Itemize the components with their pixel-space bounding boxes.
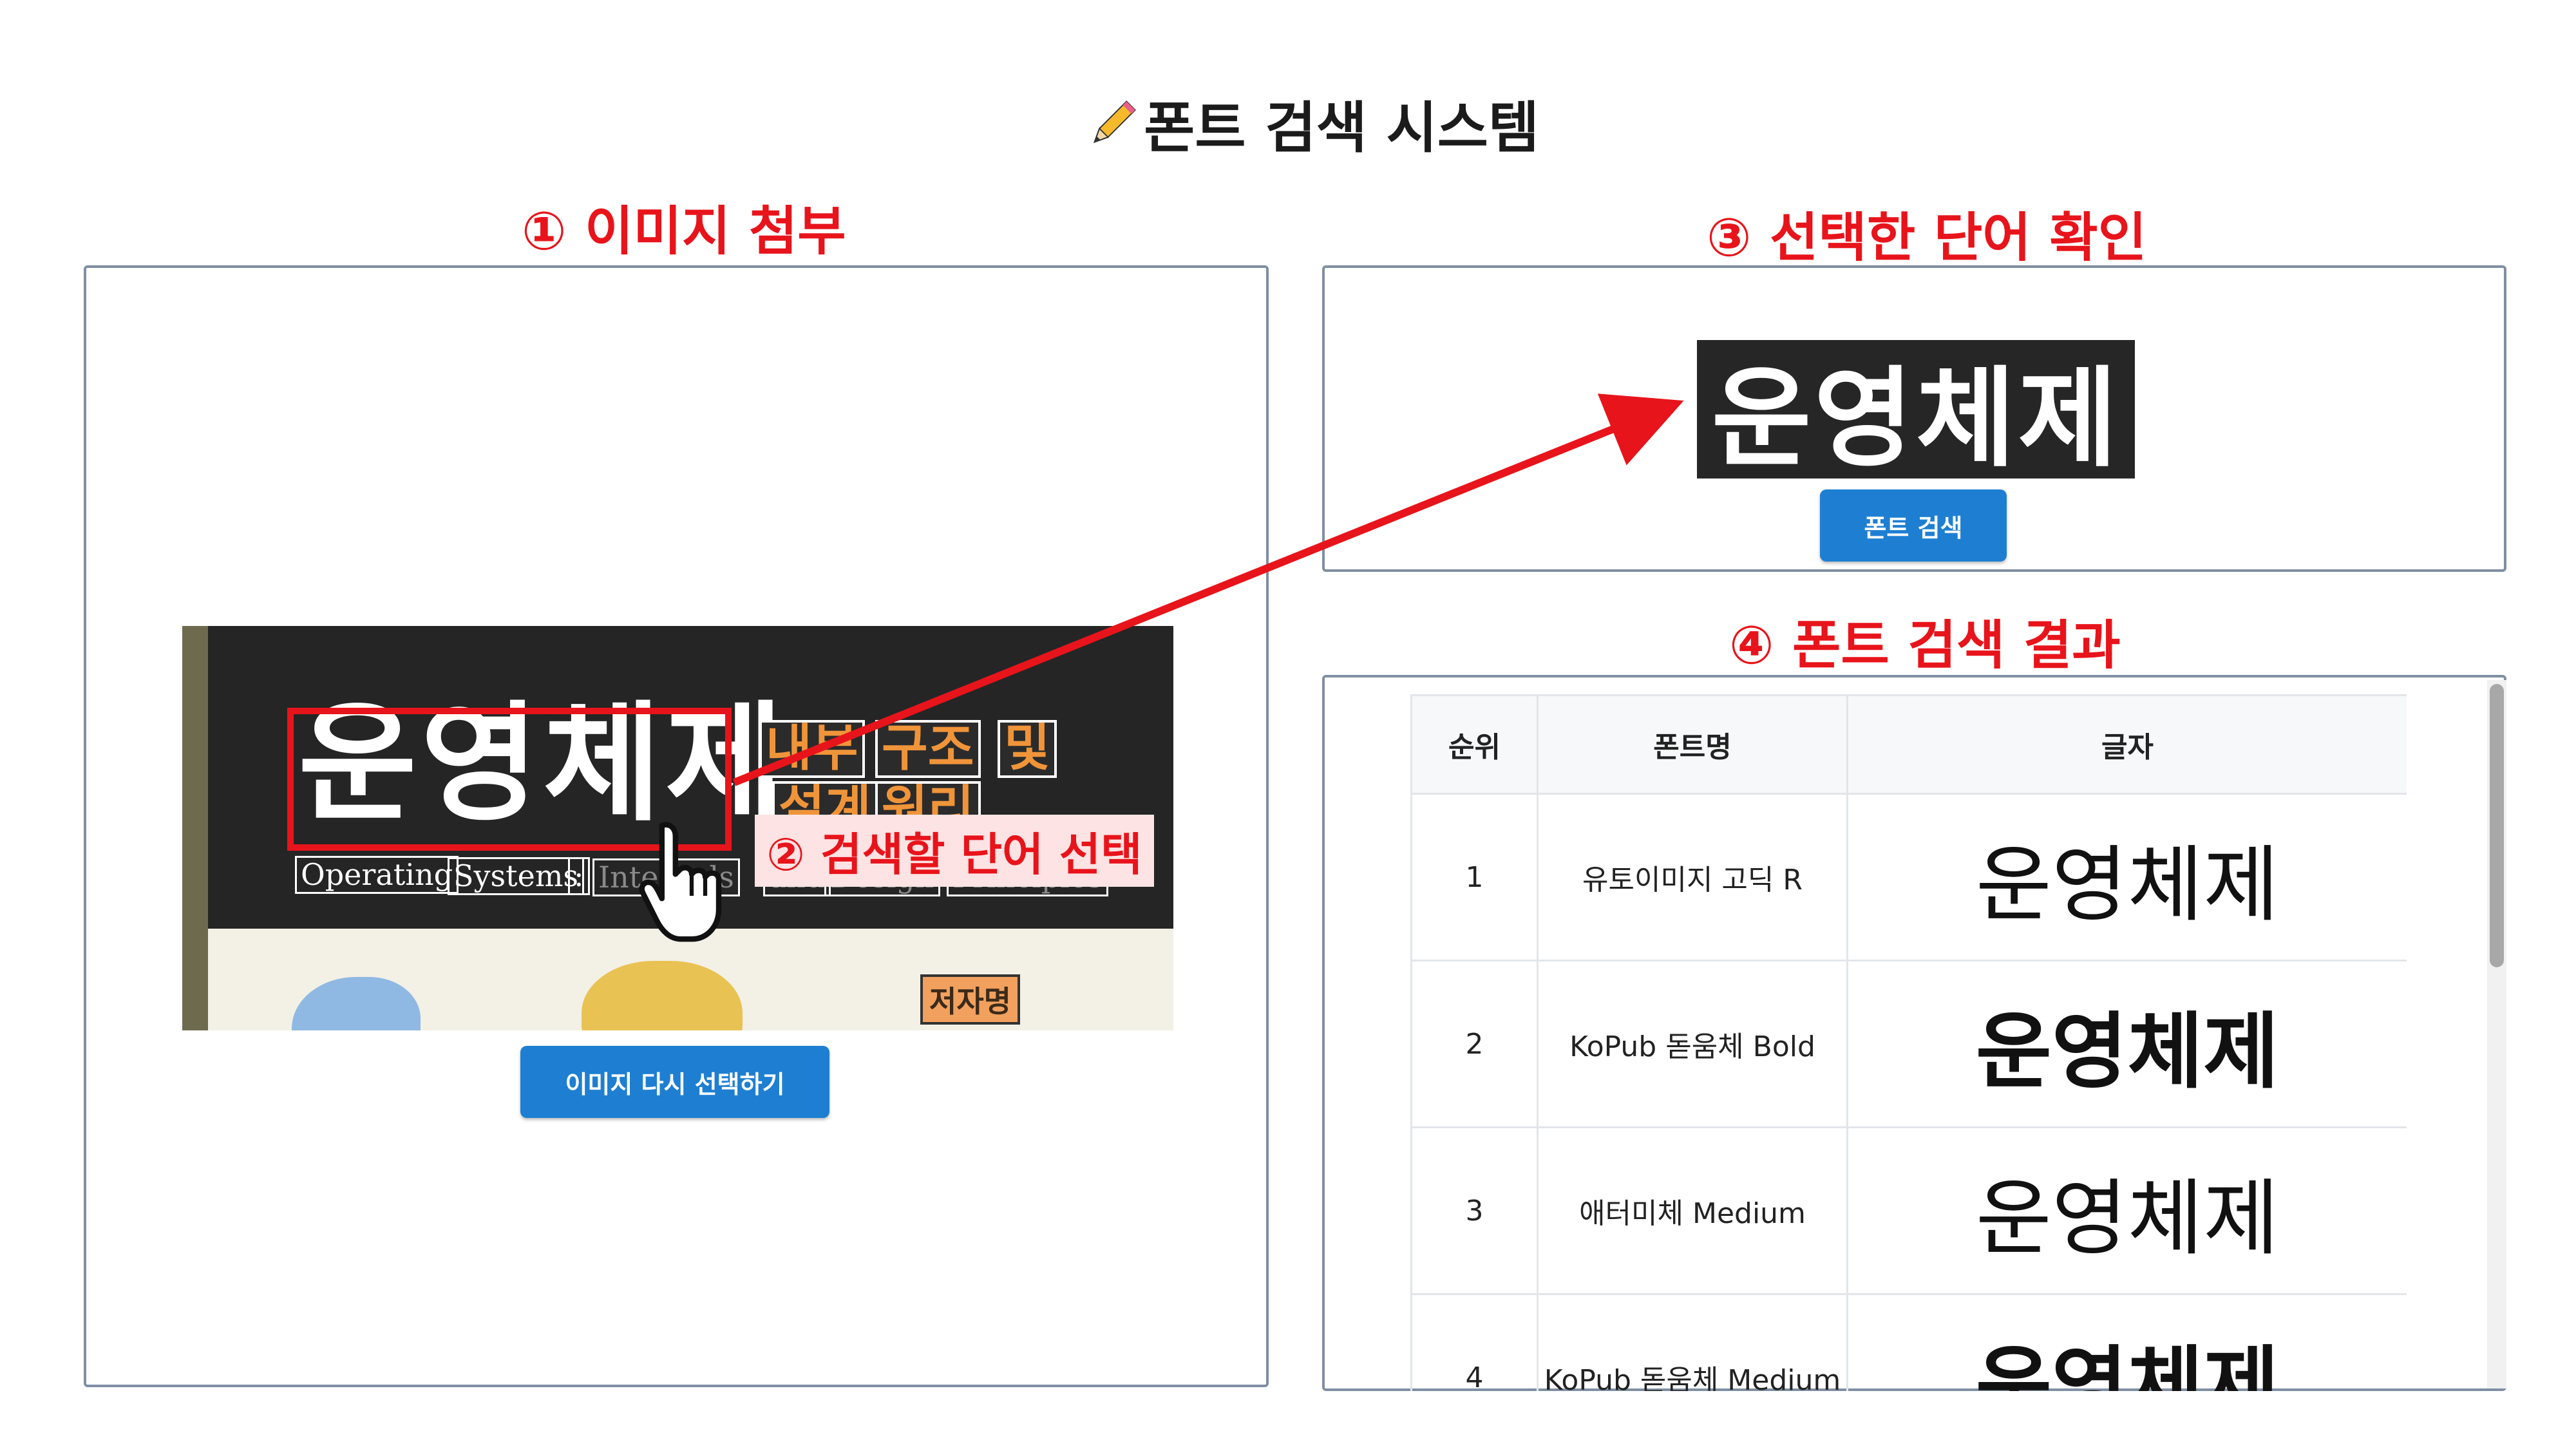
table-row[interactable]: 4 KoPub 돋움체 Medium 운영체제 <box>1410 1293 2407 1391</box>
book-subtitle-word: 및 <box>998 720 1057 778</box>
font-search-page: 폰트 검색 시스템 ① 이미지 첨부 운영체제 내부 구조 및 설계 원리 Op… <box>0 0 2576 1449</box>
results-table: 순위 폰트명 글자 1 유토이미지 고딕 R 운영체제 2 KoPub 돋움체 … <box>1410 694 2407 1391</box>
font-name-cell: KoPub 돋움체 Bold <box>1537 960 1848 1128</box>
rank-cell: 2 <box>1410 960 1539 1128</box>
results-header-row: 순위 폰트명 글자 <box>1410 694 2407 795</box>
book-author-label: 저자명 <box>920 974 1020 1025</box>
cover-illustration-yellow <box>582 961 743 1030</box>
table-row[interactable]: 2 KoPub 돋움체 Bold 운영체제 <box>1410 960 2407 1128</box>
reselect-image-button[interactable]: 이미지 다시 선택하기 <box>520 1046 829 1118</box>
cover-illustration-blue <box>292 977 421 1030</box>
rank-cell: 4 <box>1410 1293 1539 1391</box>
book-english-word: : <box>568 857 590 895</box>
step-select-callout: ② 검색할 단어 선택 <box>755 815 1154 887</box>
table-row[interactable]: 3 애터미체 Medium 운영체제 <box>1410 1126 2407 1295</box>
results-scroll-area[interactable]: 순위 폰트명 글자 1 유토이미지 고딕 R 운영체제 2 KoPub 돋움체 … <box>1410 694 2407 1391</box>
book-subtitle-word: 구조 <box>875 720 981 778</box>
step-results-label: ④ 폰트 검색 결과 <box>1729 615 2121 676</box>
font-sample-cell: 운영체제 <box>1846 1293 2407 1391</box>
step-attach-label: ① 이미지 첨부 <box>522 201 846 262</box>
book-english-word: Systems <box>447 857 585 895</box>
step-confirm-label: ③ 선택한 단어 확인 <box>1707 207 2147 269</box>
font-sample-cell: 운영체제 <box>1846 960 2407 1128</box>
page-title: 폰트 검색 시스템 <box>1088 80 1539 164</box>
pencil-icon <box>1093 100 1136 144</box>
font-sample-cell: 운영체제 <box>1846 793 2407 961</box>
font-sample-cell: 운영체제 <box>1846 1126 2407 1295</box>
font-search-button[interactable]: 폰트 검색 <box>1820 489 2007 562</box>
column-header-rank: 순위 <box>1410 694 1539 795</box>
table-row[interactable]: 1 유토이미지 고딕 R 운영체제 <box>1410 793 2407 961</box>
rank-cell: 1 <box>1410 793 1539 961</box>
selected-word-preview: 운영체제 <box>1697 340 2135 478</box>
font-name-cell: 유토이미지 고딕 R <box>1537 793 1848 961</box>
rank-cell: 3 <box>1410 1126 1539 1295</box>
font-name-cell: KoPub 돋움체 Medium <box>1537 1293 1848 1391</box>
book-cover-side-strip <box>182 626 208 1030</box>
book-subtitle-word: 내부 <box>759 720 865 778</box>
column-header-sample: 글자 <box>1846 694 2407 795</box>
font-name-cell: 애터미체 Medium <box>1537 1126 1848 1295</box>
hand-pointer-icon <box>639 822 722 942</box>
page-title-text: 폰트 검색 시스템 <box>1144 95 1539 160</box>
book-english-word: Operating <box>294 856 459 894</box>
results-scrollbar-thumb[interactable] <box>2490 684 2504 967</box>
column-header-font-name: 폰트명 <box>1537 694 1848 795</box>
